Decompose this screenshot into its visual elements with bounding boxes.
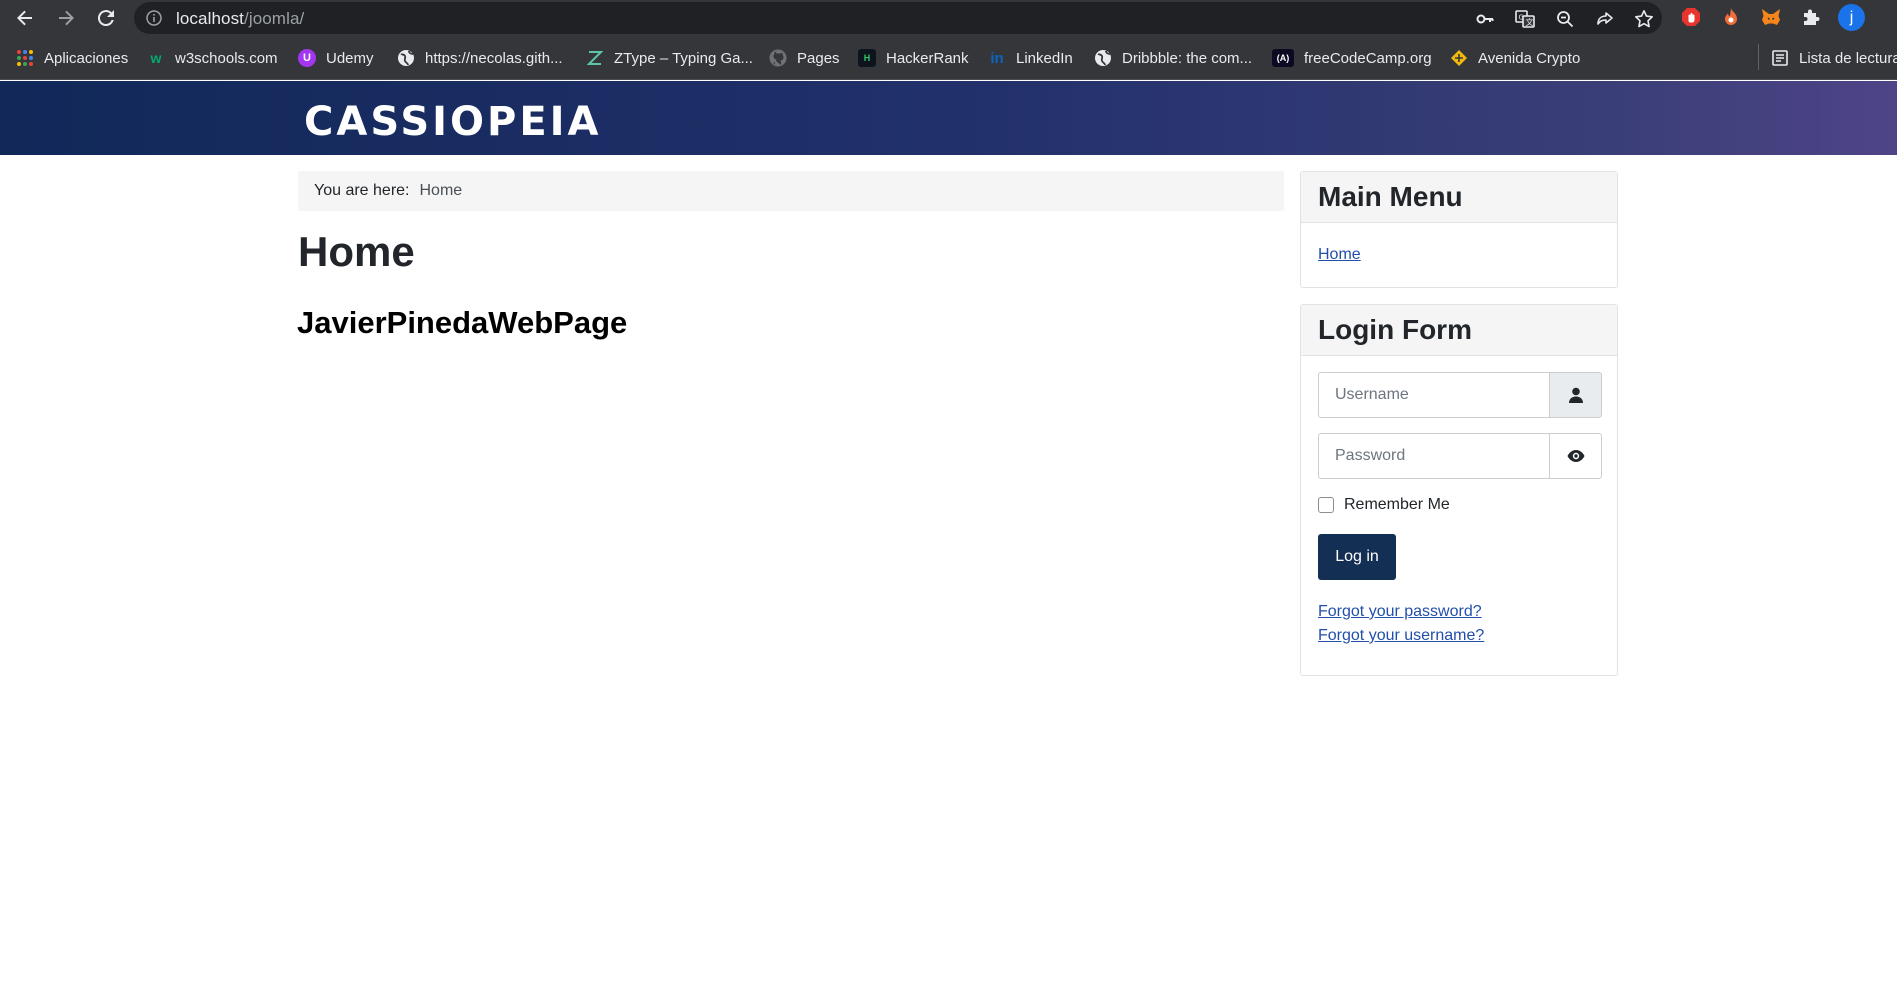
show-password-eye-icon[interactable]: [1549, 433, 1602, 479]
reload-icon: [97, 10, 114, 27]
extension-flame-icon[interactable]: [1719, 5, 1743, 29]
checkbox-box[interactable]: [1318, 497, 1334, 513]
bookmark-aplicaciones[interactable]: Aplicaciones: [16, 46, 128, 70]
bookmark-freecodecamp[interactable]: (A) freeCodeCamp.org: [1272, 46, 1432, 70]
bookmark-label: Udemy: [326, 49, 374, 67]
ztype-icon: [586, 49, 604, 67]
bookmark-avenida-crypto[interactable]: Avenida Crypto: [1450, 46, 1580, 70]
menu-item-home[interactable]: Home: [1318, 246, 1361, 264]
remember-me-checkbox[interactable]: Remember Me: [1318, 496, 1450, 514]
main-menu-module: Main Menu Home: [1300, 171, 1618, 288]
forward-button[interactable]: [52, 4, 80, 32]
bookmark-linkedin[interactable]: in LinkedIn: [988, 46, 1073, 70]
breadcrumb-current: Home: [419, 182, 463, 199]
forgot-username-link[interactable]: Forgot your username?: [1318, 627, 1484, 645]
main-menu-title: Main Menu: [1301, 172, 1617, 223]
reload-button[interactable]: [92, 4, 120, 32]
user-icon: [1549, 372, 1602, 418]
puzzle-icon[interactable]: [1799, 5, 1823, 29]
crypto-icon: [1450, 49, 1468, 67]
url-text: localhost/joomla/: [176, 9, 305, 28]
login-button[interactable]: Log in: [1318, 534, 1396, 580]
apps-grid-icon: [16, 49, 34, 67]
hackerrank-icon: H: [858, 49, 876, 67]
site-header: CASSIOPEIA: [0, 81, 1897, 155]
bookmark-pages[interactable]: Pages: [769, 46, 840, 70]
bookmark-label: Aplicaciones: [44, 49, 129, 67]
login-form-title: Login Form: [1301, 305, 1617, 356]
password-input[interactable]: [1318, 433, 1550, 479]
bookmark-label: LinkedIn: [1016, 49, 1073, 67]
zoom-icon[interactable]: [1553, 7, 1577, 31]
share-icon[interactable]: [1593, 7, 1617, 31]
reading-list-icon: [1771, 49, 1789, 67]
bookmark-dribbble[interactable]: Dribbble: the com...: [1094, 46, 1252, 70]
linkedin-icon: in: [990, 49, 1004, 67]
bookmark-udemy[interactable]: U Udemy: [298, 46, 374, 70]
translate-icon[interactable]: 文G: [1513, 7, 1537, 31]
username-input[interactable]: [1318, 372, 1550, 418]
udemy-icon: U: [298, 49, 316, 67]
forgot-password-link[interactable]: Forgot your password?: [1318, 603, 1482, 621]
bookmark-label: Avenida Crypto: [1478, 49, 1581, 67]
bookmark-ztype[interactable]: ZType – Typing Ga...: [586, 46, 753, 70]
article-heading: JavierPinedaWebPage: [297, 305, 628, 340]
breadcrumb: You are here: Home: [298, 171, 1284, 211]
key-icon[interactable]: [1473, 7, 1497, 31]
login-form-module: Login Form Remember Me Log in Forgot you…: [1300, 304, 1618, 676]
svg-text:G: G: [1519, 14, 1524, 22]
breadcrumb-prefix: You are here:: [314, 182, 410, 199]
bookmark-label: freeCodeCamp.org: [1304, 49, 1432, 67]
remember-me-label: Remember Me: [1344, 496, 1450, 513]
bookmarks-bar: Aplicaciones w w3schools.com U Udemy htt…: [0, 36, 1897, 80]
forward-arrow-icon: [59, 10, 74, 26]
site-brand-logo[interactable]: CASSIOPEIA: [304, 99, 602, 145]
browser-toolbar: localhost/joomla/ 文G j: [0, 0, 1897, 36]
back-button[interactable]: [11, 4, 39, 32]
site-info-icon[interactable]: [146, 10, 162, 31]
globe-icon: [1094, 49, 1112, 67]
bookmark-w3schools[interactable]: w w3schools.com: [147, 46, 278, 70]
bookmark-star-icon[interactable]: [1632, 7, 1656, 31]
username-group: [1318, 372, 1602, 418]
back-arrow-icon: [17, 10, 32, 26]
bookmarks-divider: [1758, 44, 1759, 70]
profile-avatar[interactable]: j: [1838, 4, 1865, 31]
github-icon: [769, 49, 787, 67]
bookmark-label: HackerRank: [886, 49, 969, 67]
adblock-icon[interactable]: [1679, 5, 1703, 29]
globe-icon: [397, 49, 415, 67]
w3schools-icon: w: [150, 50, 162, 66]
address-bar[interactable]: localhost/joomla/ 文G: [134, 2, 1662, 34]
bookmark-label: Pages: [797, 49, 840, 67]
bookmark-label: Dribbble: the com...: [1122, 49, 1253, 67]
profile-initial: j: [1849, 8, 1854, 26]
reading-list-label: Lista de lectura: [1799, 49, 1897, 67]
bookmark-hackerrank[interactable]: H HackerRank: [858, 46, 969, 70]
bookmark-label: ZType – Typing Ga...: [614, 49, 753, 67]
password-group: [1318, 433, 1602, 479]
freecodecamp-icon: (A): [1272, 49, 1294, 67]
metamask-icon[interactable]: [1759, 5, 1783, 29]
bookmark-label: https://necolas.gith...: [425, 49, 563, 67]
page-title: Home: [298, 228, 415, 275]
bookmark-necolas[interactable]: https://necolas.gith...: [397, 46, 563, 70]
bookmark-label: w3schools.com: [175, 49, 278, 67]
reading-list-button[interactable]: Lista de lectura: [1771, 46, 1897, 70]
svg-text:文: 文: [1526, 17, 1534, 27]
